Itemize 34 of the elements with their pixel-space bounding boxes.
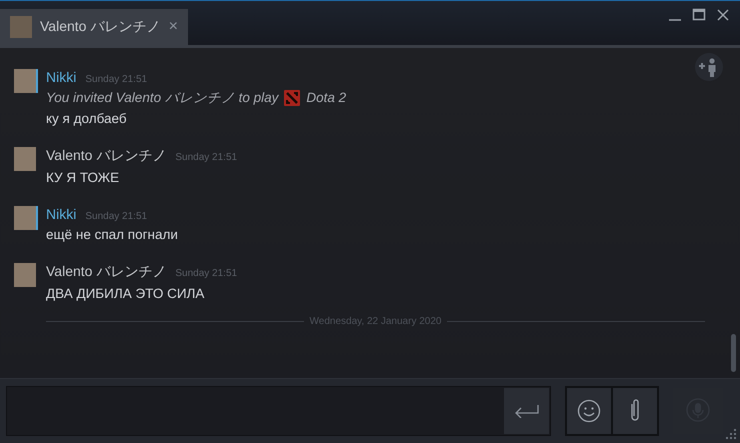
invite-text: You invited Valento バレンチノ to play [46, 90, 278, 106]
avatar-placeholder [14, 263, 36, 287]
message-time: Sunday 21:51 [175, 152, 238, 163]
scrollbar-thumb[interactable] [731, 334, 736, 372]
tab-title: Valento バレンチノ [40, 18, 160, 36]
chat-tab[interactable]: Valento バレンチノ × [0, 9, 188, 45]
game-icon [284, 90, 300, 106]
smiley-icon [577, 399, 601, 423]
add-person-icon[interactable] [694, 52, 724, 82]
enter-icon [514, 404, 540, 418]
message-input-field[interactable] [6, 386, 551, 436]
resize-grip-icon[interactable] [725, 428, 737, 440]
message-time: Sunday 21:51 [85, 74, 148, 85]
close-icon[interactable] [716, 8, 730, 22]
sender-name[interactable]: Nikki [46, 206, 76, 222]
sender-name[interactable]: Nikki [46, 69, 76, 85]
avatar-placeholder [14, 147, 36, 171]
attach-button[interactable] [613, 388, 657, 434]
sender-name[interactable]: Valento バレンチノ [46, 263, 166, 281]
game-name[interactable]: Dota 2 [306, 90, 346, 106]
avatar-placeholder [14, 69, 36, 93]
emoji-button[interactable] [567, 388, 611, 434]
sender-name[interactable]: Valento バレンチノ [46, 147, 166, 165]
avatar-placeholder [10, 16, 32, 38]
message-time: Sunday 21:51 [85, 211, 148, 222]
message-text: ку я долбаеб [46, 111, 128, 127]
maximize-icon[interactable] [692, 8, 706, 22]
avatar-placeholder [14, 206, 36, 230]
message-text: ещё не спал погнали [46, 227, 178, 243]
message-text: ДВА ДИБИЛА ЭТО СИЛА [46, 286, 206, 302]
send-button[interactable] [504, 388, 549, 434]
date-divider: Wednesday, 22 January 2020 [310, 316, 442, 327]
message-time: Sunday 21:51 [175, 268, 238, 279]
message-text: КУ Я ТОЖЕ [46, 170, 120, 186]
